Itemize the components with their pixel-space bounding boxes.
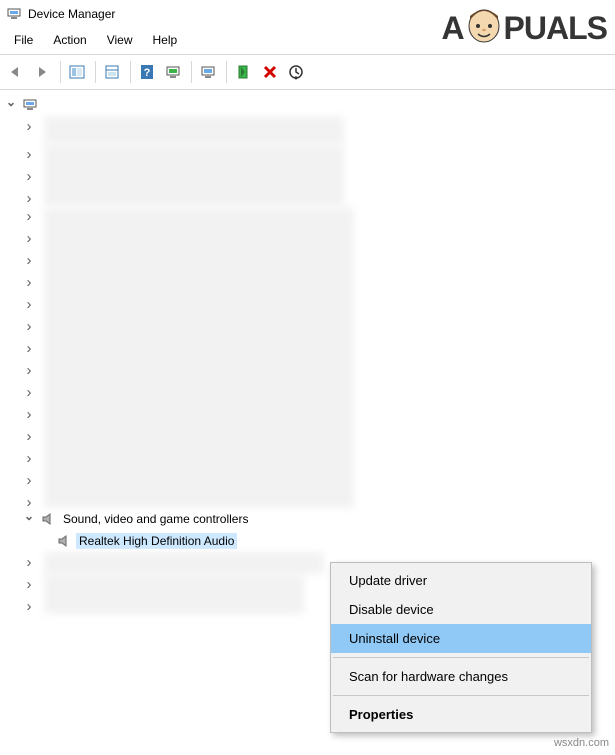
menu-file[interactable]: File [6,32,41,48]
computer-icon [22,97,38,113]
context-menu: Update driver Disable device Uninstall d… [330,562,592,733]
chevron-right-icon[interactable] [22,169,36,186]
blurred-content [44,144,344,206]
toolbar: ? [0,54,615,90]
update-driver-button[interactable] [197,60,221,84]
device-label: Realtek High Definition Audio [76,533,237,549]
chevron-down-icon[interactable] [4,98,18,112]
toolbar-separator [191,61,192,83]
enable-device-button[interactable] [232,60,256,84]
blurred-content [44,116,344,144]
chevron-right-icon[interactable] [22,385,36,402]
show-hide-tree-button[interactable] [66,60,90,84]
watermark-face-icon [464,6,504,50]
forward-button[interactable] [31,60,55,84]
chevron-right-icon[interactable] [22,473,36,490]
chevron-right-icon[interactable] [22,577,36,594]
blurred-content [44,552,324,574]
toolbar-separator [95,61,96,83]
tree-category-sound[interactable]: Sound, video and game controllers [0,508,615,530]
cm-disable-device[interactable]: Disable device [331,595,591,624]
menu-help[interactable]: Help [145,32,186,48]
speaker-icon [40,511,56,527]
toolbar-separator [130,61,131,83]
watermark-suffix: PUALS [504,10,607,47]
speaker-icon [56,533,72,549]
toolbar-separator [60,61,61,83]
uninstall-device-button[interactable] [258,60,282,84]
chevron-right-icon[interactable] [22,599,36,616]
svg-text:?: ? [144,67,151,79]
menu-action[interactable]: Action [45,32,94,48]
blurred-content [44,574,304,614]
disable-device-button[interactable] [284,60,308,84]
cm-scan-hardware[interactable]: Scan for hardware changes [331,662,591,691]
chevron-right-icon[interactable] [22,297,36,314]
attribution-text: wsxdn.com [554,737,609,749]
chevron-right-icon[interactable] [22,555,36,572]
cm-separator [333,695,589,696]
cm-uninstall-device[interactable]: Uninstall device [331,624,591,653]
chevron-right-icon[interactable] [22,407,36,424]
help-button[interactable]: ? [136,60,160,84]
chevron-right-icon[interactable] [22,363,36,380]
blurred-content [44,208,354,508]
chevron-right-icon[interactable] [22,319,36,336]
toolbar-separator [226,61,227,83]
category-label: Sound, video and game controllers [60,511,251,527]
chevron-right-icon[interactable] [22,451,36,468]
chevron-right-icon[interactable] [22,119,36,136]
chevron-right-icon[interactable] [22,147,36,164]
cm-update-driver[interactable]: Update driver [331,566,591,595]
watermark-prefix: A [441,10,463,47]
chevron-right-icon[interactable] [22,429,36,446]
properties-button[interactable] [101,60,125,84]
chevron-right-icon[interactable] [22,275,36,292]
chevron-right-icon[interactable] [22,253,36,270]
chevron-down-icon[interactable] [22,512,36,526]
device-manager-icon [6,6,22,22]
tree-device-realtek[interactable]: Realtek High Definition Audio [0,530,615,552]
chevron-right-icon[interactable] [22,231,36,248]
scan-hardware-button[interactable] [162,60,186,84]
tree-root[interactable] [0,94,615,116]
window-title: Device Manager [28,7,115,21]
back-button[interactable] [5,60,29,84]
cm-separator [333,657,589,658]
watermark-logo: A PUALS [441,6,607,50]
chevron-right-icon[interactable] [22,191,36,208]
chevron-right-icon[interactable] [22,341,36,358]
chevron-right-icon[interactable] [22,209,36,226]
cm-properties[interactable]: Properties [331,700,591,729]
menu-view[interactable]: View [99,32,141,48]
